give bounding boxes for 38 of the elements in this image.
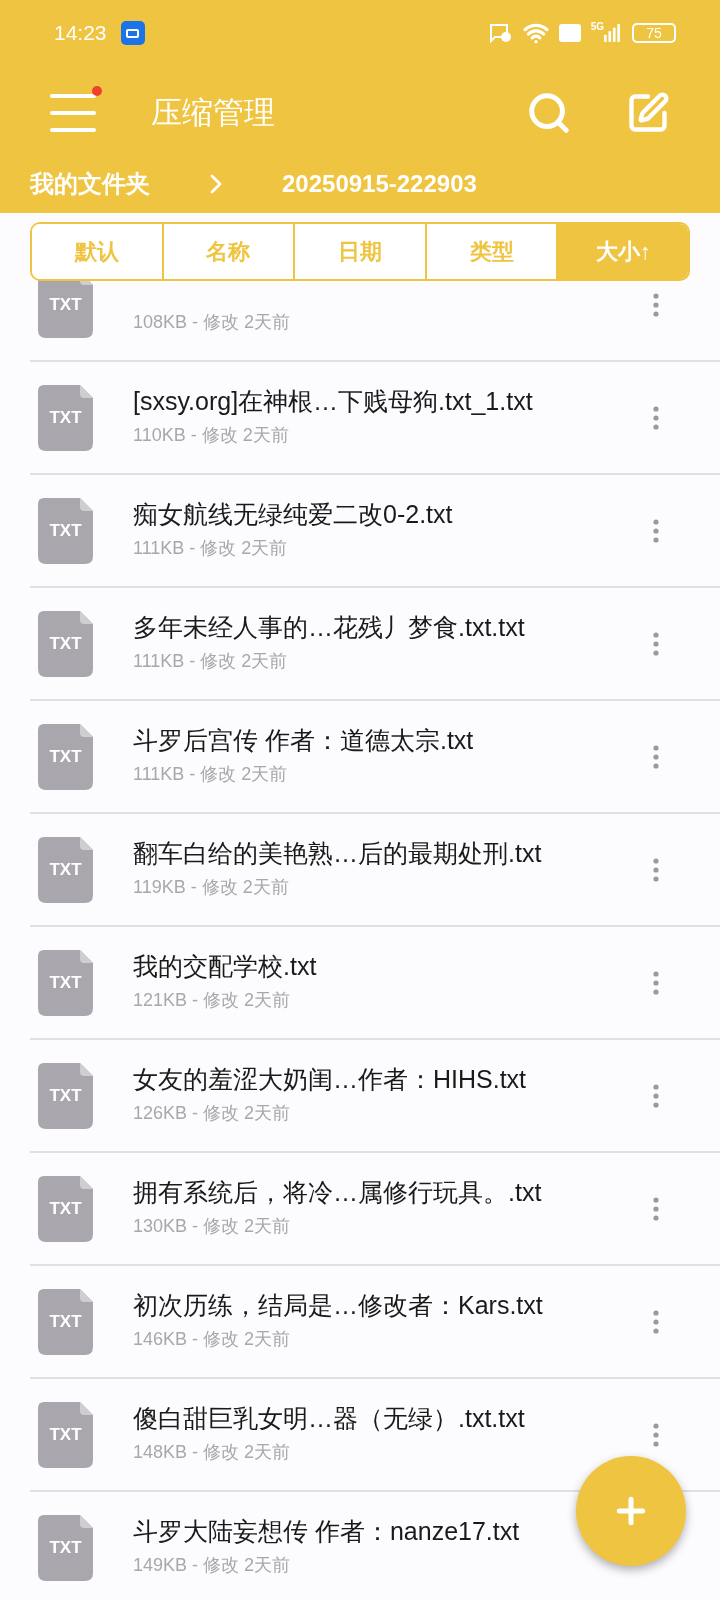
txt-file-icon: TXT bbox=[38, 384, 93, 451]
file-meta: 110KB - 修改 2天前 bbox=[133, 424, 289, 447]
battery-indicator: 75 bbox=[632, 23, 676, 43]
file-meta: 121KB - 修改 2天前 bbox=[133, 989, 291, 1012]
file-meta: 126KB - 修改 2天前 bbox=[133, 1102, 291, 1125]
txt-file-icon: TXT bbox=[38, 949, 93, 1016]
file-meta: 146KB - 修改 2天前 bbox=[133, 1328, 291, 1351]
txt-file-icon: TXT bbox=[38, 836, 93, 903]
status-time: 14:23 bbox=[54, 20, 107, 47]
file-name[interactable]: 翻车白给的美艳熟…后的最期处刑.txt bbox=[133, 838, 542, 868]
file-name[interactable]: 斗罗大陆妄想传 作者：nanze17.txt bbox=[133, 1516, 520, 1546]
file-name[interactable]: 我的交配学校.txt bbox=[133, 951, 317, 981]
txt-file-icon: TXT bbox=[38, 1401, 93, 1468]
file-name[interactable]: 初次历练，结局是…修改者：Kars.txt bbox=[133, 1290, 543, 1320]
file-name[interactable]: [sxsy.org]在神根…下贱母狗.txt_1.txt bbox=[133, 386, 533, 416]
file-meta: 149KB - 修改 2天前 bbox=[133, 1554, 291, 1577]
txt-file-icon: TXT bbox=[38, 1514, 93, 1581]
file-meta: 111KB - 修改 2天前 bbox=[133, 537, 288, 560]
txt-file-icon: TXT bbox=[38, 610, 93, 677]
txt-file-icon: TXT bbox=[38, 723, 93, 790]
txt-file-icon: TXT bbox=[38, 1062, 93, 1129]
file-name[interactable]: 痴女航线无绿纯爱二改0-2.txt bbox=[133, 499, 453, 529]
txt-file-icon: TXT bbox=[38, 1288, 93, 1355]
network-label: 5G bbox=[590, 22, 604, 32]
file-meta: 111KB - 修改 2天前 bbox=[133, 763, 288, 786]
file-name[interactable]: 女友的羞涩大奶闺…作者：HIHS.txt bbox=[133, 1064, 527, 1094]
file-meta: 130KB - 修改 2天前 bbox=[133, 1215, 291, 1238]
file-meta: 108KB - 修改 2天前 bbox=[133, 311, 291, 334]
file-meta: 148KB - 修改 2天前 bbox=[133, 1441, 291, 1464]
file-name[interactable]: 多年未经人事的…花残丿梦食.txt.txt bbox=[133, 612, 525, 642]
txt-file-icon: TXT bbox=[38, 1175, 93, 1242]
file-meta: 111KB - 修改 2天前 bbox=[133, 650, 288, 673]
file-name[interactable]: 傻白甜巨乳女明…器（无绿）.txt.txt bbox=[133, 1403, 525, 1433]
app-title: 压缩管理 bbox=[151, 93, 275, 132]
file-name[interactable]: 斗罗后宫传 作者：道德太宗.txt bbox=[133, 725, 474, 755]
txt-file-icon: TXT bbox=[38, 497, 93, 564]
file-meta: 119KB - 修改 2天前 bbox=[133, 876, 289, 899]
file-name[interactable]: 拥有系统后，将冷…属修行玩具。.txt bbox=[133, 1177, 542, 1207]
